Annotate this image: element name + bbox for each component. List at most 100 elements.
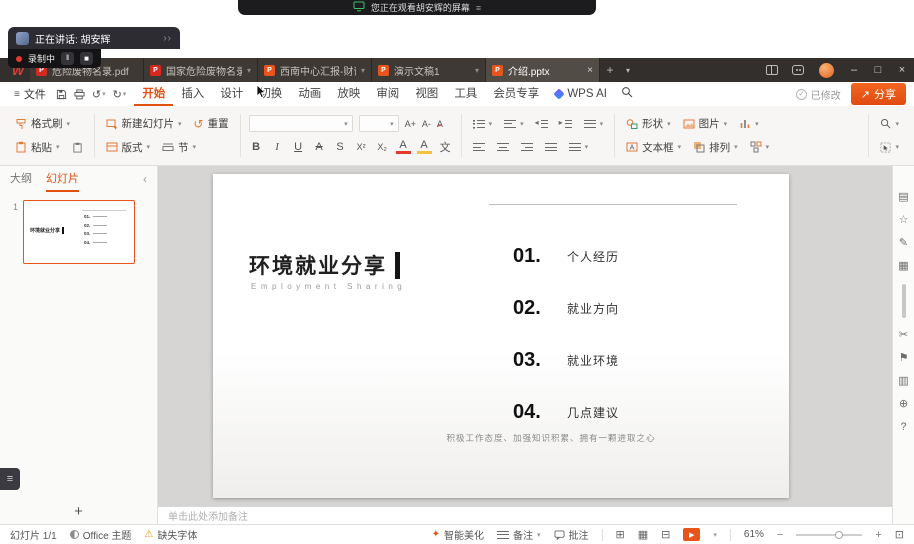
slide-thumbnail[interactable]: 环境就业分享 01. 02. 03. 04.: [23, 200, 135, 264]
align-right-button[interactable]: [518, 140, 536, 154]
flag-icon[interactable]: ⚑: [899, 353, 909, 364]
increase-indent-button[interactable]: [557, 117, 575, 131]
tab-close-icon[interactable]: ×: [587, 65, 593, 76]
select-button[interactable]: ▾: [877, 140, 902, 155]
menu-tab-home[interactable]: 开始: [134, 82, 173, 106]
zoom-in-button[interactable]: +: [875, 529, 881, 541]
slide-sorter-icon[interactable]: ▦: [638, 528, 648, 541]
play-slideshow-button[interactable]: ▶: [683, 528, 700, 541]
bullets-button[interactable]: ▾: [470, 117, 496, 131]
search-icon[interactable]: [621, 85, 633, 103]
section-button[interactable]: 节▾: [159, 138, 199, 157]
speaking-indicator[interactable]: 正在讲话: 胡安辉 ››: [8, 27, 180, 49]
paste-button[interactable]: 粘贴▾: [12, 138, 63, 157]
edit-tools-icon[interactable]: ✎: [899, 238, 908, 249]
share-button[interactable]: ↗ 分享: [851, 83, 906, 105]
reading-view-icon[interactable]: ⊟: [661, 528, 670, 541]
line-spacing-button[interactable]: ▾: [581, 117, 607, 131]
format-painter-button[interactable]: 格式刷▾: [12, 114, 73, 133]
tab-menu-icon[interactable]: ▾: [247, 66, 251, 75]
justify-button[interactable]: [542, 140, 560, 154]
sidebar-drag-handle[interactable]: [902, 284, 906, 318]
file-tab-5-active[interactable]: P 介绍.pptx ×: [486, 58, 600, 82]
zoom-slider-knob[interactable]: [835, 531, 843, 539]
collapse-panel-icon[interactable]: ‹: [143, 172, 147, 186]
help-icon[interactable]: ?: [900, 422, 906, 433]
outline-tab[interactable]: 大纲: [10, 166, 32, 192]
reset-button[interactable]: ↺ 重置: [191, 114, 232, 133]
clipboard-panel-icon[interactable]: [69, 140, 86, 155]
menu-tab-review[interactable]: 审阅: [368, 82, 407, 106]
beautify-button[interactable]: ✦ 智能美化: [432, 527, 484, 542]
underline-button[interactable]: U: [291, 141, 306, 153]
notes-button[interactable]: 备注 ▾: [497, 527, 541, 542]
chart-button[interactable]: ▾: [736, 116, 762, 132]
zoom-level[interactable]: 61%: [744, 529, 764, 540]
redo-button[interactable]: ↻▾: [113, 88, 127, 101]
agenda-list[interactable]: 01.个人经历 02.就业方向 03.就业环境 04.几点建议: [513, 230, 619, 438]
find-button[interactable]: ▾: [877, 116, 902, 131]
tab-menu-icon[interactable]: ▾: [475, 66, 479, 75]
textbox-button[interactable]: A 文本框▾: [623, 138, 684, 157]
slide[interactable]: 环境就业分享 Employment Sharing 01.个人经历 02.就业方…: [213, 174, 789, 498]
font-size-select[interactable]: ▾: [359, 115, 399, 132]
menu-tab-member[interactable]: 会员专享: [485, 82, 547, 106]
file-menu[interactable]: ≡ 文件: [8, 86, 52, 102]
font-family-select[interactable]: ▾: [249, 115, 353, 132]
save-icon[interactable]: [56, 89, 67, 100]
slide-footer-text[interactable]: 积极工作态度、加强知识积累、拥有一颗进取之心: [313, 432, 789, 444]
properties-icon[interactable]: ▤: [898, 192, 908, 203]
print-icon[interactable]: [74, 89, 85, 100]
minimize-button[interactable]: –: [842, 58, 866, 82]
slide-subtitle[interactable]: Employment Sharing: [251, 282, 406, 291]
fit-to-window-icon[interactable]: ⊡: [895, 528, 904, 541]
arrange-button[interactable]: 排列▾: [690, 138, 741, 157]
pause-recording-button[interactable]: ‖: [61, 52, 74, 65]
character-shading-button[interactable]: 文: [438, 139, 453, 155]
undo-button[interactable]: ↺▾: [92, 88, 106, 101]
favorites-icon[interactable]: ☆: [899, 215, 909, 226]
missing-fonts-button[interactable]: ⚠ 缺失字体: [144, 527, 197, 542]
align-center-button[interactable]: [494, 140, 512, 154]
text-direction-button[interactable]: ▾: [566, 140, 592, 154]
banner-menu-icon[interactable]: ≡: [476, 3, 481, 13]
add-panel-icon[interactable]: ⊕: [899, 399, 908, 410]
align-left-button[interactable]: [470, 140, 488, 154]
add-slide-button[interactable]: +: [0, 498, 157, 524]
slides-tab[interactable]: 幻灯片: [46, 166, 79, 192]
assistant-robot-icon[interactable]: [792, 65, 804, 75]
menu-tab-transition[interactable]: 切换: [251, 82, 290, 106]
zoom-slider[interactable]: [796, 534, 862, 536]
library-icon[interactable]: ▦: [898, 261, 908, 272]
menu-tab-tools[interactable]: 工具: [446, 82, 485, 106]
close-button[interactable]: ×: [890, 58, 914, 82]
meeting-panel-toggle[interactable]: ≡: [0, 468, 20, 490]
numbering-button[interactable]: ▾: [501, 117, 527, 131]
superscript-button[interactable]: X²: [354, 142, 369, 152]
menu-tab-insert[interactable]: 插入: [173, 82, 212, 106]
slide-title-block[interactable]: 环境就业分享: [249, 250, 400, 280]
increase-font-button[interactable]: A+: [405, 119, 416, 129]
clear-format-button[interactable]: A: [437, 119, 443, 129]
menu-tab-view[interactable]: 视图: [407, 82, 446, 106]
file-tab-2[interactable]: P 国家危险废物名录(2 ▾: [144, 58, 258, 82]
theme-button[interactable]: Office 主题: [70, 527, 132, 542]
stop-recording-button[interactable]: ■: [80, 52, 93, 65]
workspace-layout-icon[interactable]: [766, 65, 778, 75]
account-avatar[interactable]: [819, 63, 834, 78]
new-slide-button[interactable]: 新建幻灯片▾: [103, 114, 185, 133]
bold-button[interactable]: B: [249, 141, 264, 153]
menu-tab-design[interactable]: 设计: [212, 82, 251, 106]
italic-button[interactable]: I: [270, 141, 285, 153]
comments-button[interactable]: 批注: [554, 527, 589, 542]
decrease-font-button[interactable]: A-: [422, 119, 431, 129]
picture-button[interactable]: 图片▾: [680, 114, 731, 133]
menu-tab-wps-ai[interactable]: WPS AI: [547, 82, 615, 106]
layout-button[interactable]: 版式▾: [103, 138, 154, 157]
strikethrough-button[interactable]: A: [312, 141, 327, 153]
notes-bar[interactable]: 单击此处添加备注: [158, 506, 892, 524]
tab-menu-icon[interactable]: ▾: [361, 66, 365, 75]
grid-icon[interactable]: ▥: [898, 376, 908, 387]
decrease-indent-button[interactable]: [533, 117, 551, 131]
font-color-button[interactable]: A: [396, 140, 411, 154]
